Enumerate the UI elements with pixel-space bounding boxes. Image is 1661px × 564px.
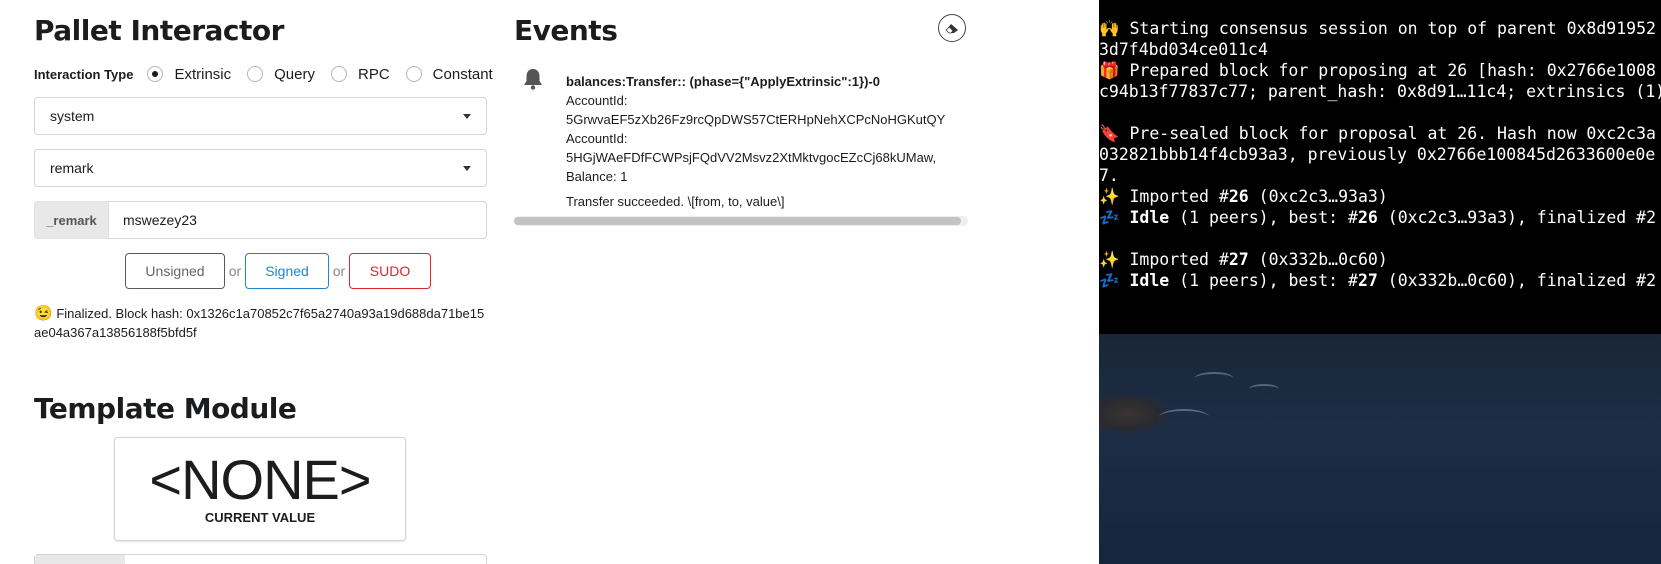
terminal-line: 7.	[1099, 166, 1119, 185]
sparkles-emoji-icon: ✨	[1099, 250, 1120, 269]
zzz-emoji-icon: 💤	[1099, 271, 1120, 290]
events-title: Events	[514, 14, 618, 47]
radio-extrinsic[interactable]: Extrinsic	[147, 66, 231, 83]
terminal-line: 032821bbb14f4cb93a3, previously 0x2766e1…	[1099, 145, 1656, 164]
remark-param-input[interactable]: mswezey23	[109, 201, 487, 239]
signed-button[interactable]: Signed	[245, 253, 329, 289]
radio-query-label: Query	[274, 65, 315, 83]
callable-select-value: remark	[50, 160, 94, 176]
radio-query-dot[interactable]	[247, 66, 264, 82]
tx-status-text: Finalized. Block hash: 0x1326c1a70852c7f…	[34, 306, 485, 340]
event-item: balances:Transfer:: (phase={"ApplyExtrin…	[566, 72, 968, 211]
current-value: <NONE>	[149, 448, 371, 511]
sudo-button[interactable]: SUDO	[349, 253, 431, 289]
current-value-card: <NONE> CURRENT VALUE	[114, 437, 406, 541]
chevron-down-icon[interactable]	[463, 113, 471, 119]
terminal-line: 💤 Idle (1 peers), best: #27 (0x332b…0c60…	[1099, 271, 1657, 290]
radio-query[interactable]: Query	[247, 66, 315, 83]
radio-constant-dot[interactable]	[405, 66, 422, 82]
bookmark-emoji-icon: 🔖	[1099, 124, 1120, 143]
template-module-title: Template Module	[34, 392, 297, 425]
terminal-line: ✨ Imported #27 (0x332b…0c60)	[1099, 250, 1388, 269]
event-title: balances:Transfer:: (phase={"ApplyExtrin…	[566, 74, 880, 89]
radio-rpc[interactable]: RPC	[331, 66, 390, 83]
events-horizontal-scrollbar[interactable]	[514, 216, 968, 226]
terminal-line: 🔖 Pre-sealed block for proposal at 26. H…	[1099, 124, 1656, 143]
event-line: AccountId:	[566, 93, 628, 108]
chevron-down-icon[interactable]	[463, 165, 471, 171]
template-value-input[interactable]	[34, 554, 487, 564]
gift-emoji-icon: 🎁	[1099, 61, 1120, 80]
wallpaper-rock	[1099, 394, 1169, 434]
interaction-type-group: Interaction Type Extrinsic Query RPC Con…	[34, 64, 509, 84]
eraser-icon	[945, 24, 958, 34]
pallet-select-value: system	[50, 108, 95, 124]
sparkles-emoji-icon: ✨	[1099, 187, 1120, 206]
tx-status: 😉 Finalized. Block hash: 0x1326c1a70852c…	[34, 304, 490, 342]
radio-constant-label: Constant	[432, 65, 493, 83]
event-line: Balance: 1	[566, 169, 628, 184]
terminal-line: 🎁 Prepared block for proposing at 26 [ha…	[1099, 61, 1656, 80]
radio-rpc-dot[interactable]	[331, 66, 347, 82]
unsigned-button[interactable]: Unsigned	[125, 253, 225, 289]
raised-hands-emoji-icon: 🙌	[1099, 19, 1120, 38]
radio-constant[interactable]: Constant	[405, 65, 493, 83]
terminal-line: 3d7f4bd034ce011c4	[1099, 40, 1268, 59]
wallpaper-wave	[1249, 384, 1279, 394]
bell-icon	[524, 69, 542, 90]
remark-param-label: _remark	[34, 201, 109, 239]
wink-emoji-icon: 😉	[34, 305, 53, 322]
terminal-window: 🙌 Starting consensus session on top of p…	[1099, 0, 1661, 334]
scrollbar-thumb[interactable]	[514, 217, 961, 225]
submit-button-group: Unsigned or Signed or SUDO	[125, 253, 431, 289]
remark-param-field: _remark mswezey23	[34, 201, 487, 239]
event-description: Transfer succeeded. \[from, to, value\]	[566, 194, 785, 209]
pallet-interactor-title: Pallet Interactor	[34, 14, 284, 47]
terminal-line: c94b13f77837c77; parent_hash: 0x8d91…11c…	[1099, 82, 1661, 101]
callable-select[interactable]: remark	[34, 149, 487, 187]
events-feed: balances:Transfer:: (phase={"ApplyExtrin…	[514, 64, 968, 214]
template-value-input-label	[35, 555, 125, 564]
interaction-type-label: Interaction Type	[34, 66, 134, 82]
radio-extrinsic-dot[interactable]	[147, 66, 164, 82]
erase-events-button[interactable]	[938, 14, 966, 42]
pallet-select[interactable]: system	[34, 97, 487, 135]
event-line: AccountId:	[566, 131, 628, 146]
radio-rpc-label: RPC	[358, 65, 390, 83]
current-value-caption: CURRENT VALUE	[204, 510, 316, 525]
zzz-emoji-icon: 💤	[1099, 208, 1120, 227]
desktop-wallpaper	[1099, 334, 1661, 564]
wallpaper-wave	[1159, 409, 1209, 425]
terminal-line: 🙌 Starting consensus session on top of p…	[1099, 19, 1656, 38]
or-separator: or	[332, 263, 346, 279]
terminal-line: 💤 Idle (1 peers), best: #26 (0xc2c3…93a3…	[1099, 208, 1657, 227]
wallpaper-wave	[1194, 372, 1234, 386]
or-separator: or	[228, 263, 242, 279]
radio-extrinsic-label: Extrinsic	[174, 65, 232, 83]
terminal-line: ✨ Imported #26 (0xc2c3…93a3)	[1099, 187, 1388, 206]
event-line: 5HGjWAeFDfFCWPsjFQdVV2Msvz2XtMktvgocEZcC…	[566, 150, 937, 165]
event-line: 5GrwvaEF5zXb26Fz9rcQpDWS57CtERHpNehXCPcN…	[566, 112, 946, 127]
